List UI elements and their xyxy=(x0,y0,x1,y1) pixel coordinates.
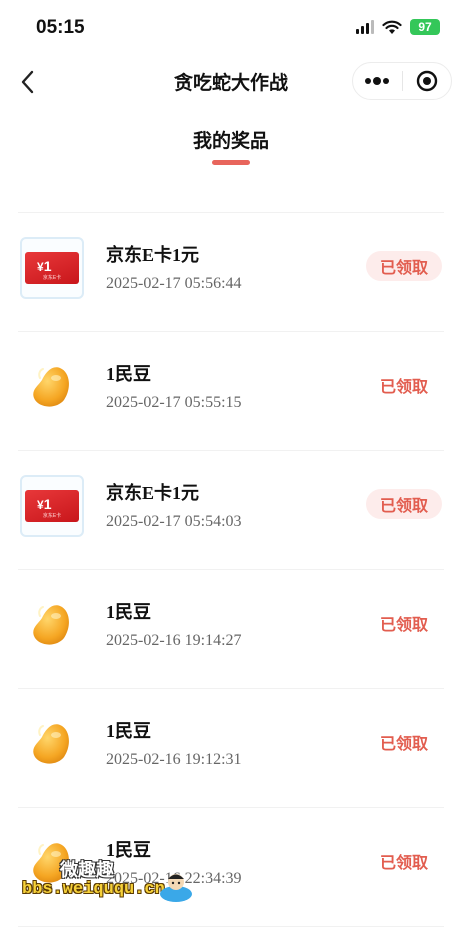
miniprogram-capsule xyxy=(352,62,452,100)
ecard-amount: ¥1 xyxy=(37,258,51,274)
section-title: 我的奖品 xyxy=(192,131,269,152)
prize-row: ¥1 京东E卡 京东E卡1元 2025-02-17 05:54:03 已领取 xyxy=(18,451,444,570)
status-badge[interactable]: 已领取 xyxy=(366,846,442,876)
watermark-text: 微趣趣 xyxy=(60,860,114,880)
prize-name: 京东E卡1元 xyxy=(106,483,200,503)
prize-time: 2025-02-17 05:56:44 xyxy=(106,275,242,292)
watermark-url: bbs.weiququ.cn xyxy=(22,880,165,899)
ecard-value: 1 xyxy=(43,258,52,274)
more-dots-icon xyxy=(365,77,390,85)
bean-icon xyxy=(33,367,69,407)
prize-row: ¥1 京东E卡 京东E卡1元 2025-02-17 05:56:44 已领取 xyxy=(18,213,444,332)
cellular-signal-icon xyxy=(356,20,374,34)
bean-icon xyxy=(33,724,69,764)
prize-list: ¥1 京东E卡 京东E卡1元 2025-02-17 05:56:44 已领取 1民豆 202… xyxy=(18,212,444,927)
more-button[interactable] xyxy=(353,63,402,99)
battery-icon: 97 xyxy=(410,19,440,35)
status-badge[interactable]: 已领取 xyxy=(365,251,442,281)
ecard-art: ¥1 京东E卡 xyxy=(25,490,79,522)
ecard-caption: 京东E卡 xyxy=(42,275,62,281)
prize-name: 1民豆 xyxy=(106,602,151,622)
prize-row: 1民豆 2025-02-17 05:55:15 已领取 xyxy=(18,332,444,451)
bean-thumbnail xyxy=(20,713,84,775)
status-badge[interactable]: 已领取 xyxy=(366,370,442,400)
section-title-underline xyxy=(212,160,250,165)
prize-name: 京东E卡1元 xyxy=(106,245,200,265)
bean-icon xyxy=(33,605,69,645)
status-badge[interactable]: 已领取 xyxy=(365,489,442,519)
target-close-icon xyxy=(416,70,437,92)
nav-bar: 贪吃蛇大作战 xyxy=(0,58,462,106)
watermark: 微趣趣 bbs.weiququ.cn xyxy=(22,856,202,906)
ecard-currency: ¥ xyxy=(37,260,44,274)
ecard-currency: ¥ xyxy=(37,498,44,512)
bean-thumbnail xyxy=(20,594,84,656)
prize-name: 1民豆 xyxy=(106,721,151,741)
status-time: 05:15 xyxy=(36,17,85,38)
bean-thumbnail xyxy=(20,356,84,418)
status-badge[interactable]: 已领取 xyxy=(366,608,442,638)
jd-ecard-thumbnail: ¥1 京东E卡 xyxy=(20,237,84,299)
status-badge[interactable]: 已领取 xyxy=(366,727,442,757)
prize-name: 1民豆 xyxy=(106,364,151,384)
wifi-icon xyxy=(382,20,402,34)
prize-time: 2025-02-16 19:14:27 xyxy=(106,632,242,649)
chevron-left-icon xyxy=(21,70,34,94)
back-button[interactable] xyxy=(14,66,46,98)
mascot-icon xyxy=(160,874,192,902)
prize-row: 1民豆 2025-02-16 19:14:27 已领取 xyxy=(18,570,444,689)
status-icons: 97 xyxy=(356,19,440,35)
status-bar: 05:15 97 xyxy=(0,0,462,58)
ecard-caption: 京东E卡 xyxy=(42,513,62,519)
ecard-amount: ¥1 xyxy=(37,496,51,512)
prize-time: 2025-02-16 19:12:31 xyxy=(106,751,242,768)
close-miniprogram-button[interactable] xyxy=(403,63,452,99)
prize-row: 1民豆 2025-02-16 19:12:31 已领取 xyxy=(18,689,444,808)
jd-ecard-thumbnail: ¥1 京东E卡 xyxy=(20,475,84,537)
ecard-art: ¥1 京东E卡 xyxy=(25,252,79,284)
prize-time: 2025-02-17 05:55:15 xyxy=(106,394,242,411)
ecard-value: 1 xyxy=(43,496,52,512)
prize-time: 2025-02-17 05:54:03 xyxy=(106,513,242,530)
